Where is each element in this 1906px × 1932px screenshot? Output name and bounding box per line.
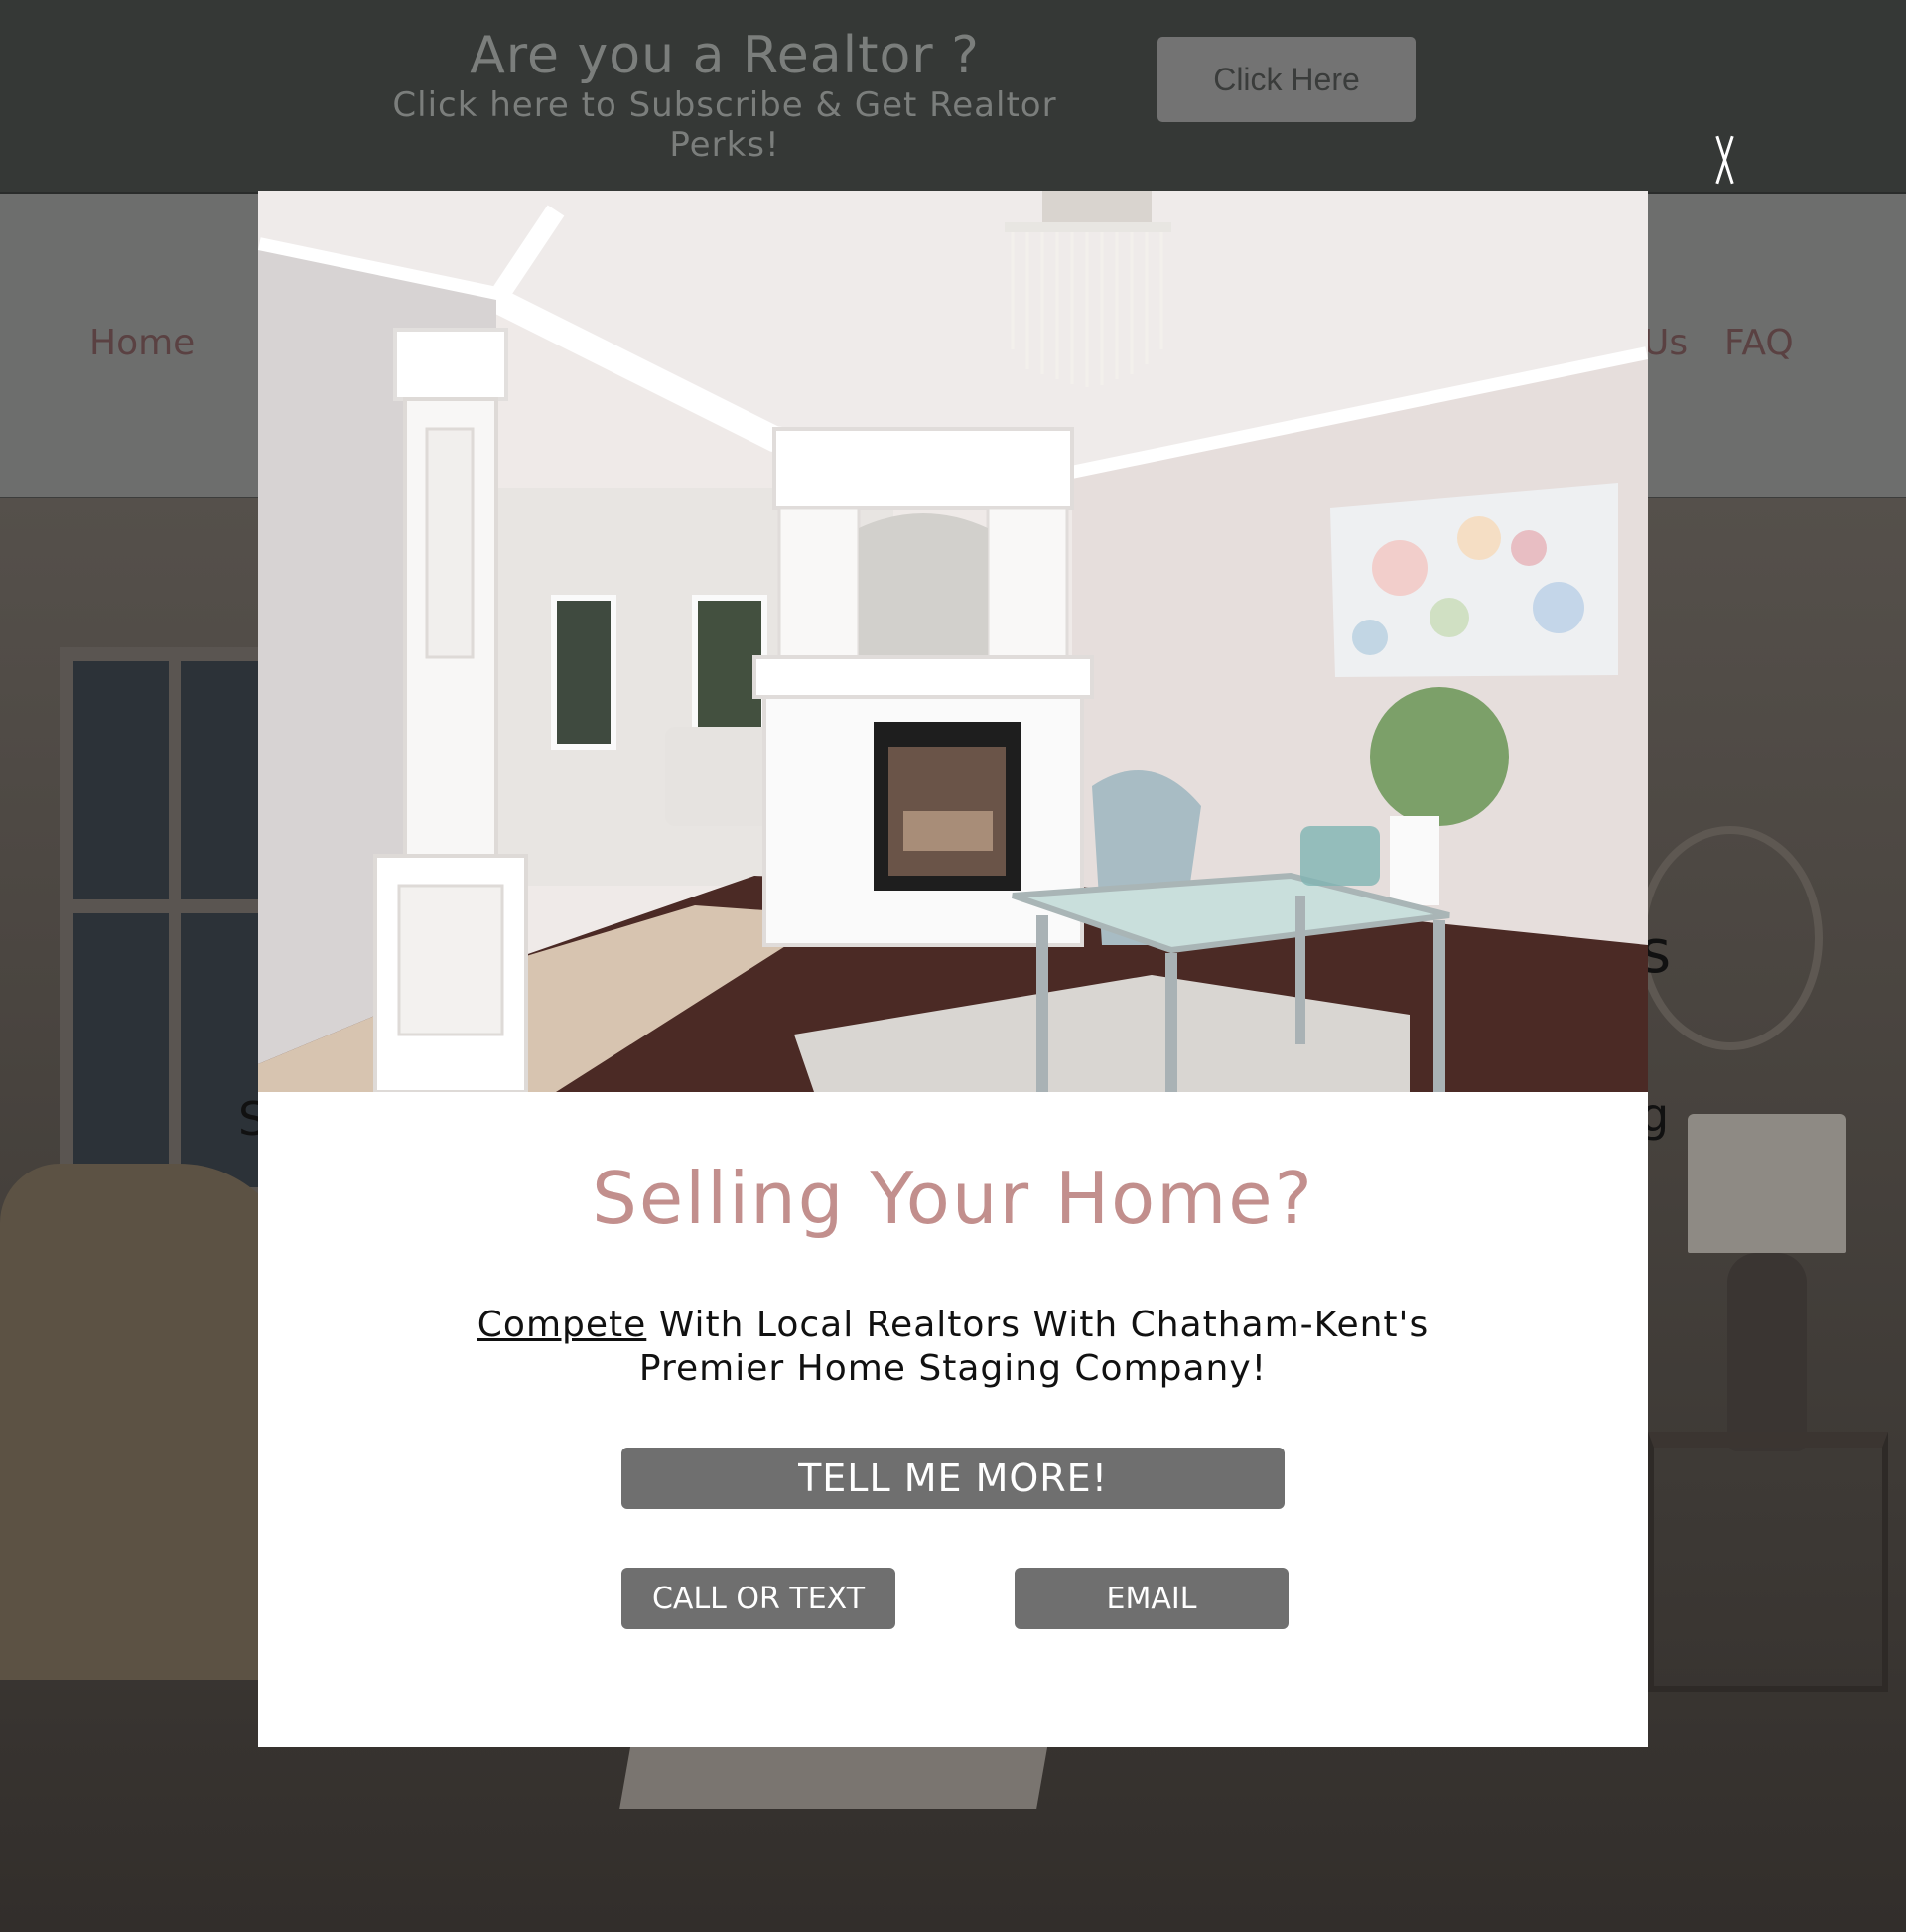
hero-side-table <box>1648 1432 1888 1692</box>
modal-body: Selling Your Home? Compete With Local Re… <box>258 1092 1648 1747</box>
selling-home-modal: Selling Your Home? Compete With Local Re… <box>258 191 1648 1747</box>
call-or-text-button[interactable]: CALL OR TEXT <box>621 1568 895 1629</box>
email-button[interactable]: EMAIL <box>1015 1568 1289 1629</box>
realtor-banner-subtitle: Click here to Subscribe & Get Realtor Pe… <box>392 85 1057 165</box>
staged-room-illustration <box>258 191 1648 1092</box>
realtor-banner-title: Are you a Realtor ? <box>470 26 980 85</box>
close-icon[interactable] <box>1705 133 1743 189</box>
click-here-button[interactable]: Click Here <box>1157 37 1416 122</box>
hero-sofa <box>0 1164 298 1680</box>
staged-living-room-photo <box>258 191 1648 1092</box>
modal-description: Compete With Local Realtors With Chatham… <box>457 1304 1449 1391</box>
compete-link[interactable]: Compete <box>477 1305 647 1345</box>
nav-item-faq[interactable]: FAQ <box>1724 323 1794 363</box>
modal-title: Selling Your Home? <box>592 1157 1314 1240</box>
tell-me-more-button[interactable]: TELL ME MORE! <box>621 1448 1285 1509</box>
nav-item-about-us[interactable]: Us <box>1643 323 1688 363</box>
hero-lamp-shade <box>1688 1114 1846 1253</box>
modal-description-text: With Local Realtors With Chatham-Kent's … <box>638 1305 1430 1389</box>
realtor-banner: Are you a Realtor ? Click here to Subscr… <box>0 0 1906 194</box>
nav-item-home[interactable]: Home <box>89 323 195 363</box>
realtor-banner-text[interactable]: Are you a Realtor ? Click here to Subscr… <box>338 26 1112 165</box>
hero-lamp-base <box>1727 1253 1807 1451</box>
